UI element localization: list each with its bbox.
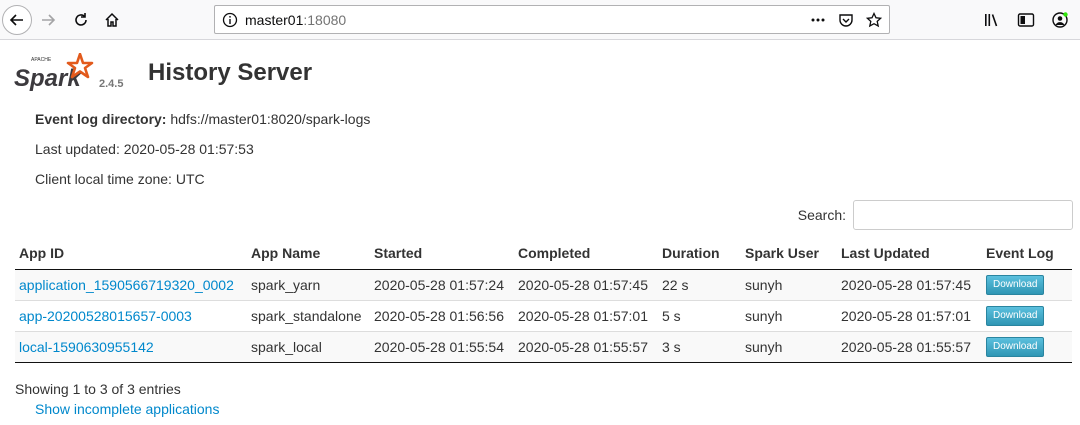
library-icon[interactable]	[978, 6, 1006, 34]
download-button[interactable]: Download	[986, 306, 1045, 326]
applications-table: App ID App Name Started Completed Durati…	[15, 237, 1072, 363]
table-row: application_1590566719320_0002 spark_yar…	[15, 268, 1072, 300]
timezone: Client local time zone: UTC	[35, 171, 205, 187]
user-cell: sunyh	[741, 330, 837, 363]
event-log-value: hdfs://master01:8020/spark-logs	[170, 111, 371, 127]
event-log-label: Event log directory:	[35, 111, 167, 127]
browser-toolbar: master01:18080	[0, 0, 1080, 40]
logo-wordmark: Spark	[14, 65, 82, 92]
search-label: Search:	[797, 207, 846, 223]
column-app-id[interactable]: App ID	[15, 237, 247, 270]
last-updated-cell: 2020-05-28 01:55:57	[837, 330, 982, 363]
sidebar-icon[interactable]	[1012, 6, 1040, 34]
app-name-cell: spark_standalone	[247, 299, 370, 331]
duration-cell: 22 s	[658, 268, 741, 300]
search-input[interactable]	[853, 200, 1073, 230]
bookmark-star-icon[interactable]	[863, 9, 885, 31]
column-started[interactable]: Started	[370, 237, 514, 270]
user-cell: sunyh	[741, 268, 837, 300]
app-name-cell: spark_yarn	[247, 268, 370, 300]
column-event-log[interactable]: Event Log	[982, 237, 1072, 270]
reload-icon	[75, 13, 87, 26]
duration-cell: 5 s	[658, 299, 741, 331]
info-list: Event log directory: hdfs://master01:802…	[35, 110, 370, 200]
column-last-updated[interactable]: Last Updated	[837, 237, 982, 270]
app-id-link[interactable]: application_1590566719320_0002	[19, 277, 234, 293]
search-row: Search:	[798, 200, 1073, 230]
completed-cell: 2020-05-28 01:55:57	[514, 330, 658, 363]
info-icon[interactable]	[215, 12, 245, 28]
last-updated: Last updated: 2020-05-28 01:57:53	[35, 141, 254, 157]
back-arrow-icon	[9, 14, 23, 26]
event-log-directory: Event log directory: hdfs://master01:802…	[35, 110, 370, 140]
home-icon	[105, 12, 119, 27]
user-cell: sunyh	[741, 299, 837, 331]
url-text[interactable]: master01:18080	[245, 12, 346, 28]
logo-apache-label: APACHE	[31, 57, 52, 63]
column-spark-user[interactable]: Spark User	[741, 237, 837, 270]
started-cell: 2020-05-28 01:57:24	[370, 268, 514, 300]
started-cell: 2020-05-28 01:55:54	[370, 330, 514, 363]
column-duration[interactable]: Duration	[658, 237, 741, 270]
url-port: :18080	[303, 11, 347, 28]
completed-cell: 2020-05-28 01:57:45	[514, 268, 658, 300]
spark-version: 2.4.5	[99, 78, 124, 90]
app-name-cell: spark_local	[247, 330, 370, 363]
pocket-icon[interactable]	[835, 9, 857, 31]
reload-button[interactable]	[67, 6, 95, 34]
forward-arrow-icon	[42, 14, 56, 26]
url-host: master01	[245, 11, 304, 28]
last-updated-cell: 2020-05-28 01:57:45	[837, 268, 982, 300]
page-actions-icon[interactable]	[807, 9, 829, 31]
forward-button[interactable]	[34, 6, 62, 34]
last-updated-cell: 2020-05-28 01:57:01	[837, 299, 982, 331]
table-header-row: App ID App Name Started Completed Durati…	[15, 237, 1072, 270]
home-button[interactable]	[98, 6, 126, 34]
download-button[interactable]: Download	[986, 275, 1045, 295]
started-cell: 2020-05-28 01:56:56	[370, 299, 514, 331]
column-completed[interactable]: Completed	[514, 237, 658, 270]
table-row: app-20200528015657-0003 spark_standalone…	[15, 299, 1072, 331]
app-id-link[interactable]: app-20200528015657-0003	[19, 308, 192, 324]
page-title: History Server	[148, 59, 313, 86]
download-button[interactable]: Download	[986, 337, 1045, 357]
completed-cell: 2020-05-28 01:57:01	[514, 299, 658, 331]
url-bar[interactable]: master01:18080	[214, 5, 890, 34]
spark-logo[interactable]: APACHE Spark	[14, 53, 94, 93]
account-icon[interactable]	[1046, 6, 1074, 34]
app-id-link[interactable]: local-1590630955142	[19, 339, 154, 355]
back-button[interactable]	[2, 5, 32, 35]
table-row: local-1590630955142 spark_local 2020-05-…	[15, 330, 1072, 363]
entries-info: Showing 1 to 3 of 3 entries	[15, 381, 181, 397]
duration-cell: 3 s	[658, 330, 741, 363]
column-app-name[interactable]: App Name	[247, 237, 370, 270]
show-incomplete-link[interactable]: Show incomplete applications	[35, 401, 219, 417]
